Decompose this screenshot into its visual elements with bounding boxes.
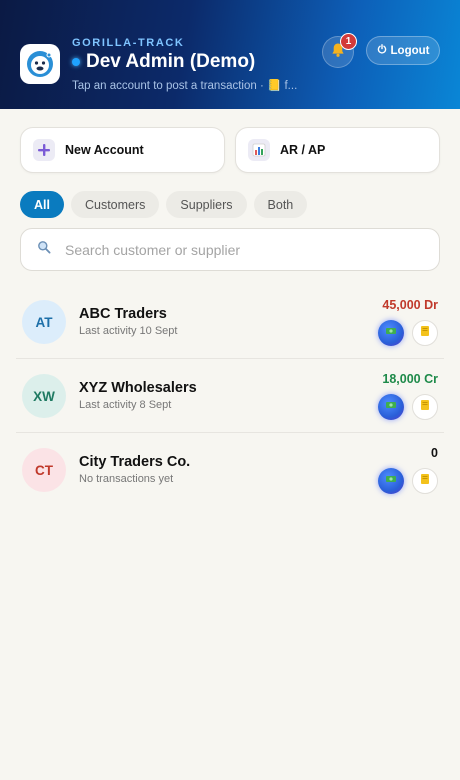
ledger-icon	[419, 324, 431, 342]
avatar: CT	[22, 448, 66, 492]
filter-customers[interactable]: Customers	[70, 191, 160, 218]
balance-amount: 18,000 Cr	[382, 372, 438, 386]
search-input[interactable]	[65, 241, 405, 258]
ledger-icon	[419, 472, 431, 490]
balance-amount: 45,000 Dr	[382, 298, 438, 312]
cash-icon	[385, 324, 397, 342]
last-activity: Last activity 10 Sept	[79, 325, 178, 337]
ledger-icon	[419, 398, 431, 416]
arap-button[interactable]: AR / AP	[235, 127, 440, 173]
new-account-button[interactable]: New Account	[20, 127, 225, 173]
post-transaction-button[interactable]	[378, 394, 404, 420]
logout-button[interactable]: Logout	[366, 36, 440, 65]
ledger-button[interactable]	[412, 468, 438, 494]
last-activity: No transactions yet	[79, 473, 174, 485]
account-name: ABC Traders	[79, 306, 167, 322]
filter-suppliers[interactable]: Suppliers	[166, 191, 247, 218]
notification-badge: 1	[340, 33, 357, 50]
search-icon	[37, 240, 51, 259]
balance-amount: 0	[431, 446, 438, 460]
account-row[interactable]: CT City Traders Co. No transactions yet …	[16, 433, 444, 507]
power-icon	[377, 44, 387, 57]
cash-icon	[385, 472, 397, 490]
cash-icon	[385, 398, 397, 416]
filter-both[interactable]: Both	[253, 191, 308, 218]
bar-chart-icon	[248, 139, 270, 161]
post-transaction-button[interactable]	[378, 468, 404, 494]
new-account-label: New Account	[65, 143, 144, 157]
page-title: Dev Admin (Demo)	[86, 51, 256, 72]
account-name: XYZ Wholesalers	[79, 380, 197, 396]
ledger-button[interactable]	[412, 394, 438, 420]
account-list: AT ABC Traders Last activity 10 Sept 45,…	[16, 285, 444, 507]
account-row[interactable]: AT ABC Traders Last activity 10 Sept 45,…	[16, 285, 444, 359]
account-name: City Traders Co.	[79, 454, 191, 470]
plus-icon	[33, 139, 55, 161]
account-row[interactable]: XW XYZ Wholesalers Last activity 8 Sept …	[16, 359, 444, 433]
ledger-button[interactable]	[412, 320, 438, 346]
app-header: GORILLA-TRACK Dev Admin (Demo) Tap an ac…	[0, 0, 460, 109]
avatar: AT	[22, 300, 66, 344]
online-status-dot	[72, 58, 80, 66]
avatar: XW	[22, 374, 66, 418]
brand-name: GORILLA-TRACK	[72, 37, 185, 49]
gorilla-logo	[20, 44, 60, 84]
filter-chips: All Customers Suppliers Both	[20, 191, 308, 218]
header-subtitle: Tap an account to post a transaction · 📒…	[72, 80, 298, 92]
last-activity: Last activity 8 Sept	[79, 399, 172, 411]
post-transaction-button[interactable]	[378, 320, 404, 346]
arap-label: AR / AP	[280, 143, 326, 157]
logout-label: Logout	[390, 44, 430, 57]
search-box	[20, 228, 440, 271]
filter-all[interactable]: All	[20, 191, 64, 218]
